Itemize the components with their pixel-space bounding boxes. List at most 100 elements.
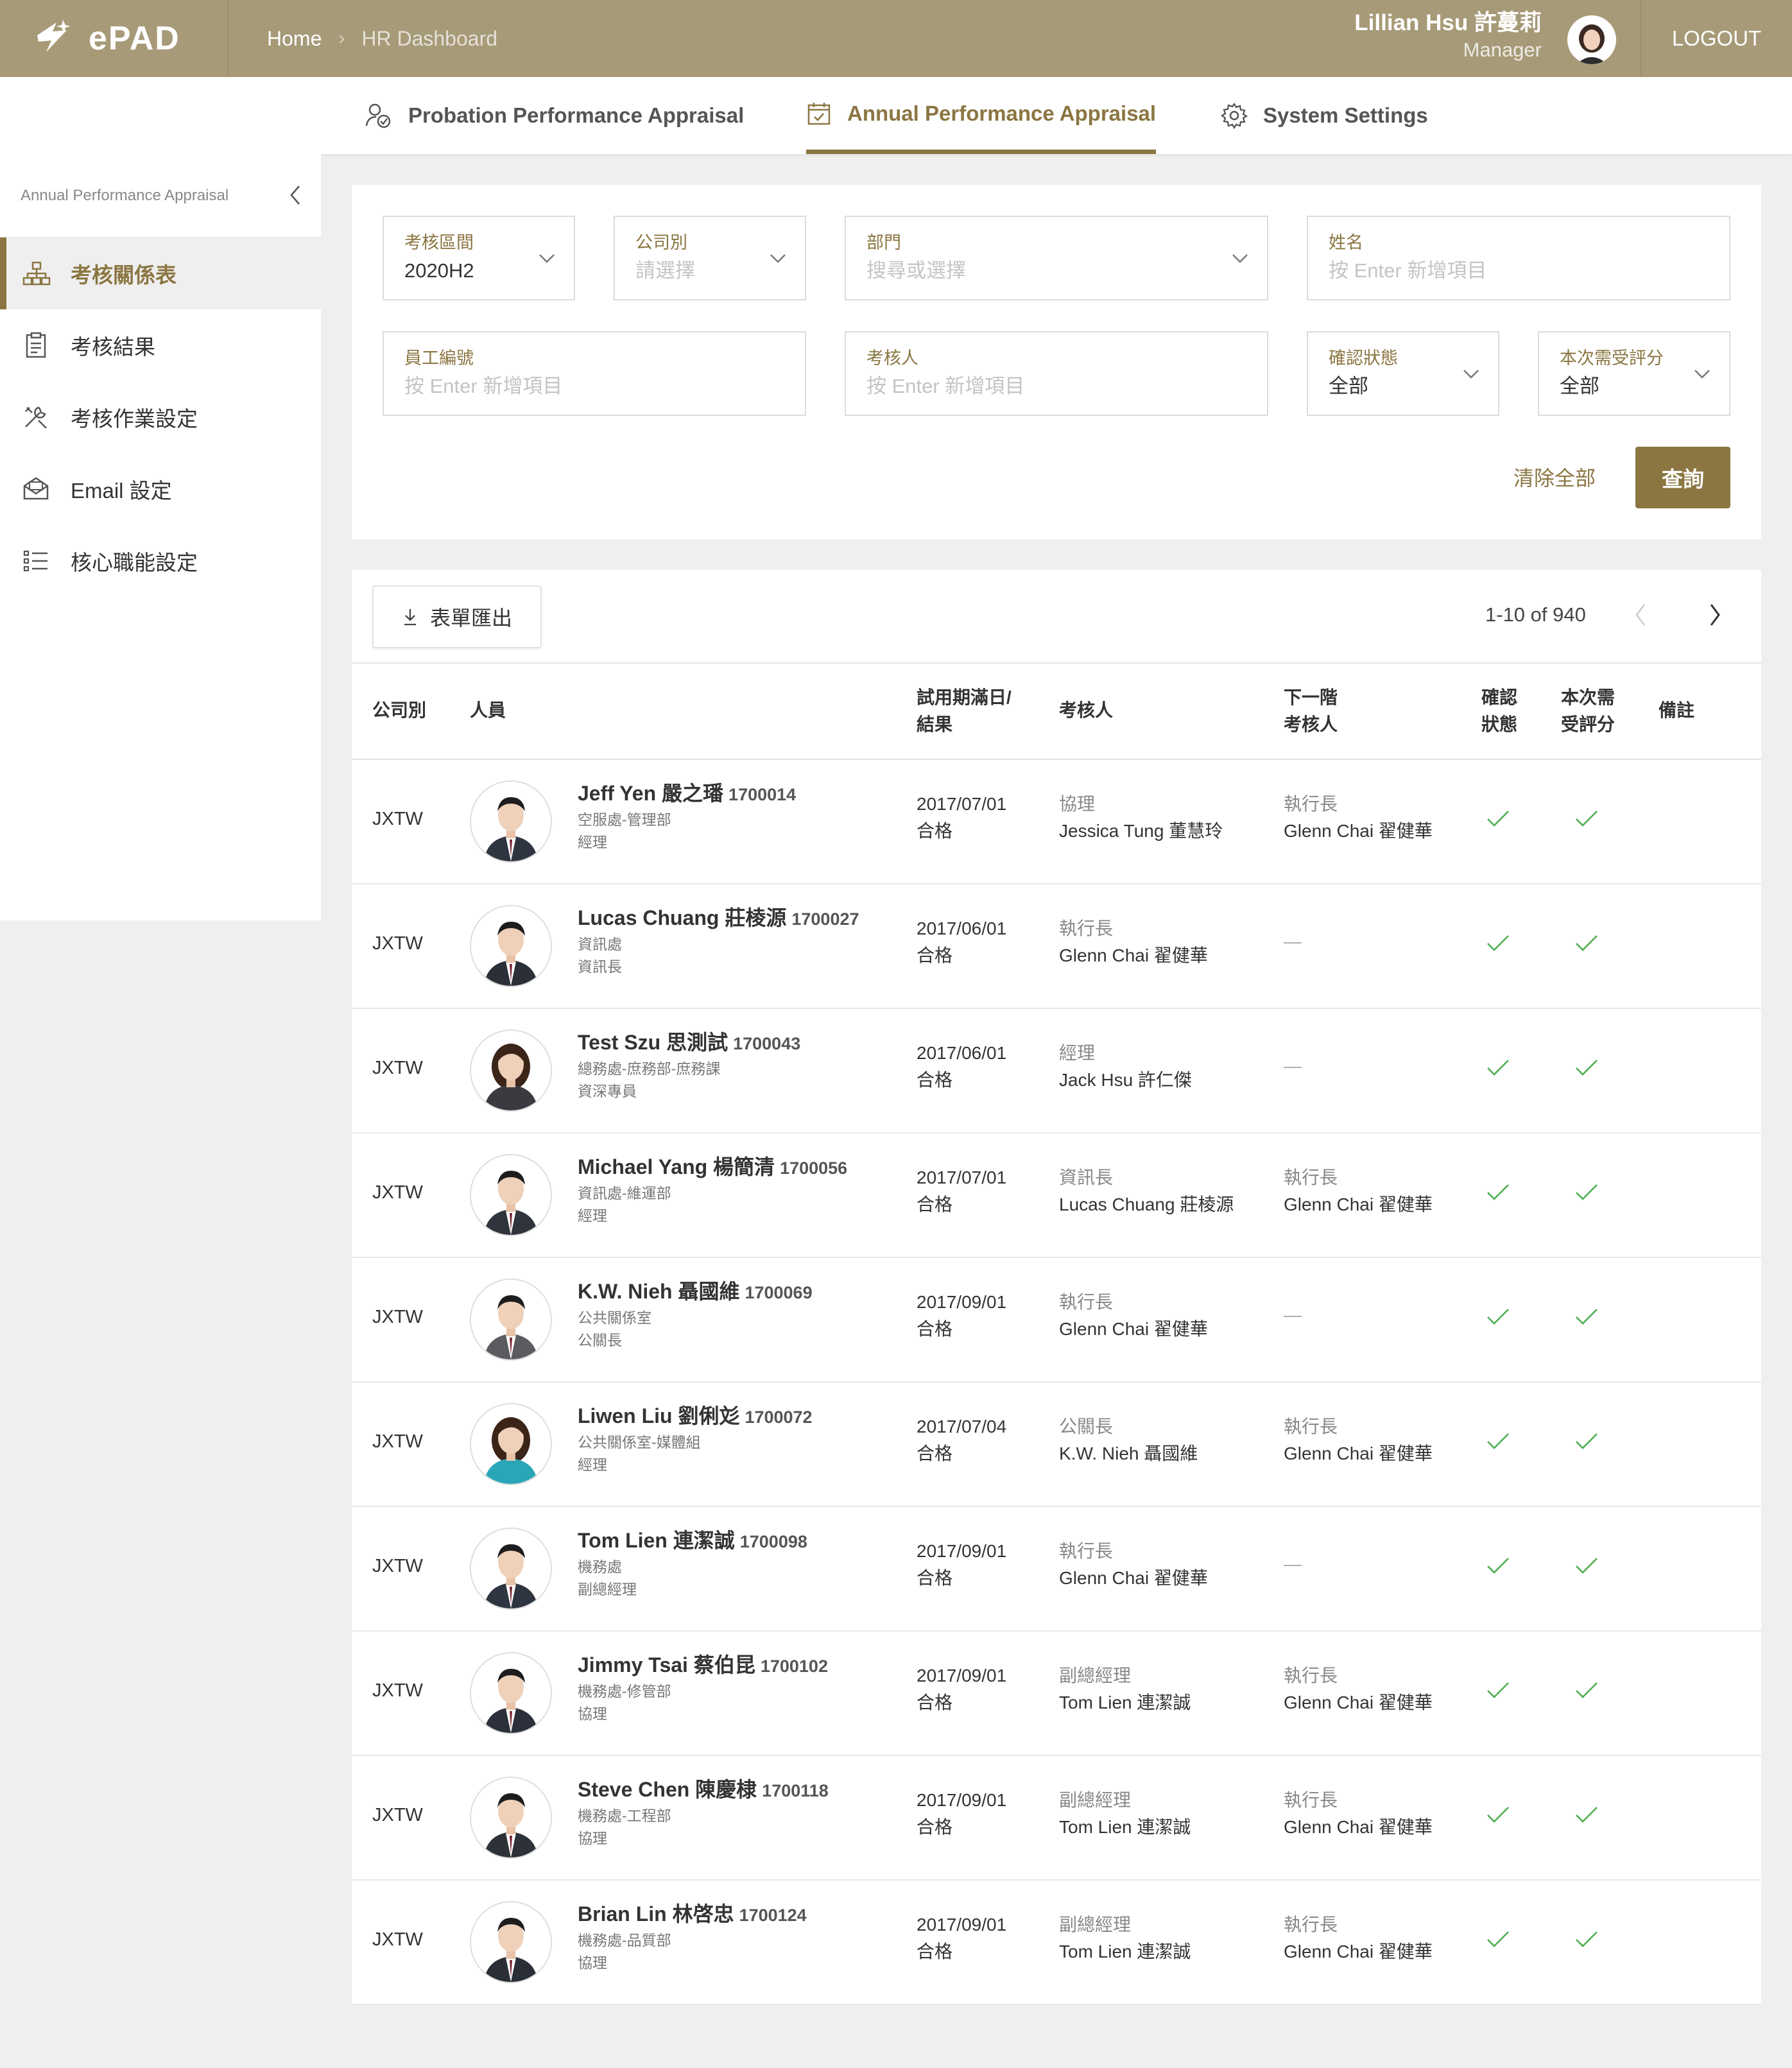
person-department: 公共關係室 [578,1309,651,1326]
person-name[interactable]: Jimmy Tsai 蔡伯昆 [578,1653,755,1676]
logo[interactable]: ePAD [0,0,228,77]
clipboard-icon [26,332,46,358]
probation-result: 合格 [917,1568,953,1588]
table-row[interactable]: JXTW Jeff Yen 嚴之璠 1700014 空服處-管理部 經理 2017/07/… [352,760,1761,884]
col-status[interactable]: 確認 狀態 [1481,684,1517,738]
table-row[interactable]: JXTW Lucas Chuang 莊棱源 1700027 資訊處 資訊長 2017/06… [352,884,1761,1009]
probation-date: 2017/07/04 [917,1417,1007,1436]
probation-result: 合格 [917,945,953,965]
col-company[interactable]: 公司別 [372,697,426,724]
tab-probation-appraisal[interactable]: Probation Performance Appraisal [365,77,744,154]
col-next-reviewer[interactable]: 下一階 考核人 [1284,684,1338,738]
table-row[interactable]: JXTW Steve Chen 陳慶棣 1700118 機務處-工程部 協理 2017/0… [352,1756,1761,1881]
department-select[interactable]: 部門 搜尋或選擇 [845,216,1268,300]
status-select[interactable]: 確認狀態 全部 [1307,331,1499,416]
chevron-left-icon[interactable] [288,184,303,207]
sidebar-item-label: 考核作業設定 [71,407,198,431]
col-date[interactable]: 試用期滿日/ 結果 [917,684,1012,738]
probation-date: 2017/09/01 [917,1541,1007,1561]
person-title: 經理 [578,1207,607,1224]
col-reviewer[interactable]: 考核人 [1059,697,1113,724]
avatar [470,1652,552,1734]
name-input[interactable]: 姓名 按 Enter 新增項目 [1307,216,1730,300]
person-name[interactable]: Michael Yang 楊簡清 [578,1155,775,1178]
next-reviewer-cell: 執行長 Glenn Chai 翟健華 [1284,1787,1433,1841]
table-row[interactable]: JXTW Jimmy Tsai 蔡伯昆 1700102 機務處-修管部 協理 2017/0… [352,1632,1761,1756]
export-button[interactable]: 表單匯出 [372,585,542,648]
table-row[interactable]: JXTW Michael Yang 楊簡清 1700056 資訊處-維運部 經理 2017… [352,1133,1761,1258]
chevron-left-icon[interactable] [1633,602,1648,628]
probation-date-cell: 2017/09/01 合格 [917,1662,1006,1716]
chevron-down-icon [1463,370,1479,379]
table-row[interactable]: JXTW K.W. Nieh 聶國維 1700069 公共關係室 公關長 2017/09/… [352,1258,1761,1383]
breadcrumb-home[interactable]: Home [267,27,322,51]
avatar[interactable] [1567,15,1616,64]
table-row[interactable]: JXTW Test Szu 思測試 1700043 總務處-庶務部-庶務課 資深專員 20… [352,1009,1761,1133]
logout-button[interactable]: LOGOUT [1641,0,1792,77]
company-cell: JXTW [372,1556,423,1576]
tab-annual-appraisal[interactable]: Annual Performance Appraisal [806,77,1157,154]
person-name[interactable]: Steve Chen 陳慶棣 [578,1778,757,1801]
person-name[interactable]: K.W. Nieh 聶國維 [578,1280,739,1303]
person-photo-icon [471,782,551,861]
employee-id: 1700056 [780,1159,848,1178]
employee-id-input[interactable]: 員工編號 按 Enter 新增項目 [383,331,806,416]
table-row[interactable]: JXTW Brian Lin 林啓忠 1700124 機務處-品質部 協理 2017/09… [352,1881,1761,2005]
checkmark-icon [1487,935,1509,951]
sidebar-item-results[interactable]: 考核結果 [0,309,321,381]
query-button[interactable]: 查詢 [1635,447,1730,508]
need-score-cell [1574,1182,1599,1206]
chevron-down-icon [770,254,786,263]
checkmark-icon [1487,1309,1509,1325]
col-status-line1: 確認 [1481,687,1518,707]
person-name[interactable]: Tom Lien 連潔誠 [578,1529,735,1552]
company-cell: JXTW [372,1058,423,1078]
employee-id: 1700098 [739,1532,807,1551]
field-value: 全部 [1560,375,1599,397]
person-name[interactable]: Jeff Yen 嚴之璠 [578,782,723,805]
company-select[interactable]: 公司別 請選擇 [614,216,806,300]
person-department: 資訊處-維運部 [578,1185,671,1202]
need-score-cell [1574,1680,1599,1704]
sidebar-item-core-competency[interactable]: 核心職能設定 [0,525,321,597]
probation-result: 合格 [917,1319,953,1339]
sidebar-item-operation-settings[interactable]: 考核作業設定 [0,381,321,453]
table-row[interactable]: JXTW Tom Lien 連潔誠 1700098 機務處 副總經理 2017/09/01… [352,1507,1761,1632]
breadcrumb-current: HR Dashboard [361,26,498,50]
reviewer-name: K.W. Nieh 聶國維 [1059,1443,1198,1463]
avatar [470,1030,552,1112]
person-cell: Michael Yang 楊簡清 1700056 資訊處-維運部 經理 [578,1153,847,1227]
person-name[interactable]: Lucas Chuang 莊棱源 [578,906,786,929]
need-score-select[interactable]: 本次需受評分 全部 [1538,331,1730,416]
col-person[interactable]: 人員 [470,697,506,724]
person-name[interactable]: Brian Lin 林啓忠 [578,1902,734,1926]
reviewer-input[interactable]: 考核人 按 Enter 新增項目 [845,331,1268,416]
status-cell [1485,933,1511,957]
probation-date-cell: 2017/07/04 合格 [917,1413,1006,1467]
sidebar-item-relationship-table[interactable]: 考核關係表 [0,237,321,309]
clear-all-button[interactable]: 清除全部 [1513,462,1596,492]
person-photo-icon [471,1031,551,1110]
sidebar-title-text: Annual Performance Appraisal [21,186,229,204]
col-need-score[interactable]: 本次需 受評分 [1561,684,1615,738]
sidebar-item-email-settings[interactable]: Email 設定 [0,453,321,525]
next-reviewer-cell: — [1284,1302,1302,1329]
company-cell: JXTW [372,809,423,829]
period-select[interactable]: 考核區間 2020H2 [383,216,575,300]
next-reviewer-cell: — [1284,928,1302,955]
reviewer-title: 經理 [1059,1043,1096,1063]
tab-system-settings[interactable]: System Settings [1221,77,1428,154]
reviewer-cell: 公關長 K.W. Nieh 聶國維 [1059,1413,1198,1467]
col-note: 備註 [1658,700,1695,720]
person-name-line: Jimmy Tsai 蔡伯昆 1700102 [578,1651,828,1680]
person-title: 經理 [578,834,607,850]
need-score-cell [1574,1805,1599,1829]
checkmark-icon [1487,1682,1509,1698]
table-row[interactable]: JXTW Liwen Liu 劉俐彣 1700072 公共關係室-媒體組 經理 2017/… [352,1383,1761,1507]
person-name[interactable]: Test Szu 思測試 [578,1031,728,1054]
reviewer-cell: 執行長 Glenn Chai 翟健華 [1059,915,1208,969]
chevron-right-icon[interactable] [1707,602,1723,628]
employee-id: 1700043 [733,1034,801,1053]
person-name[interactable]: Liwen Liu 劉俐彣 [578,1404,739,1427]
sidebar-title: Annual Performance Appraisal [0,154,321,237]
